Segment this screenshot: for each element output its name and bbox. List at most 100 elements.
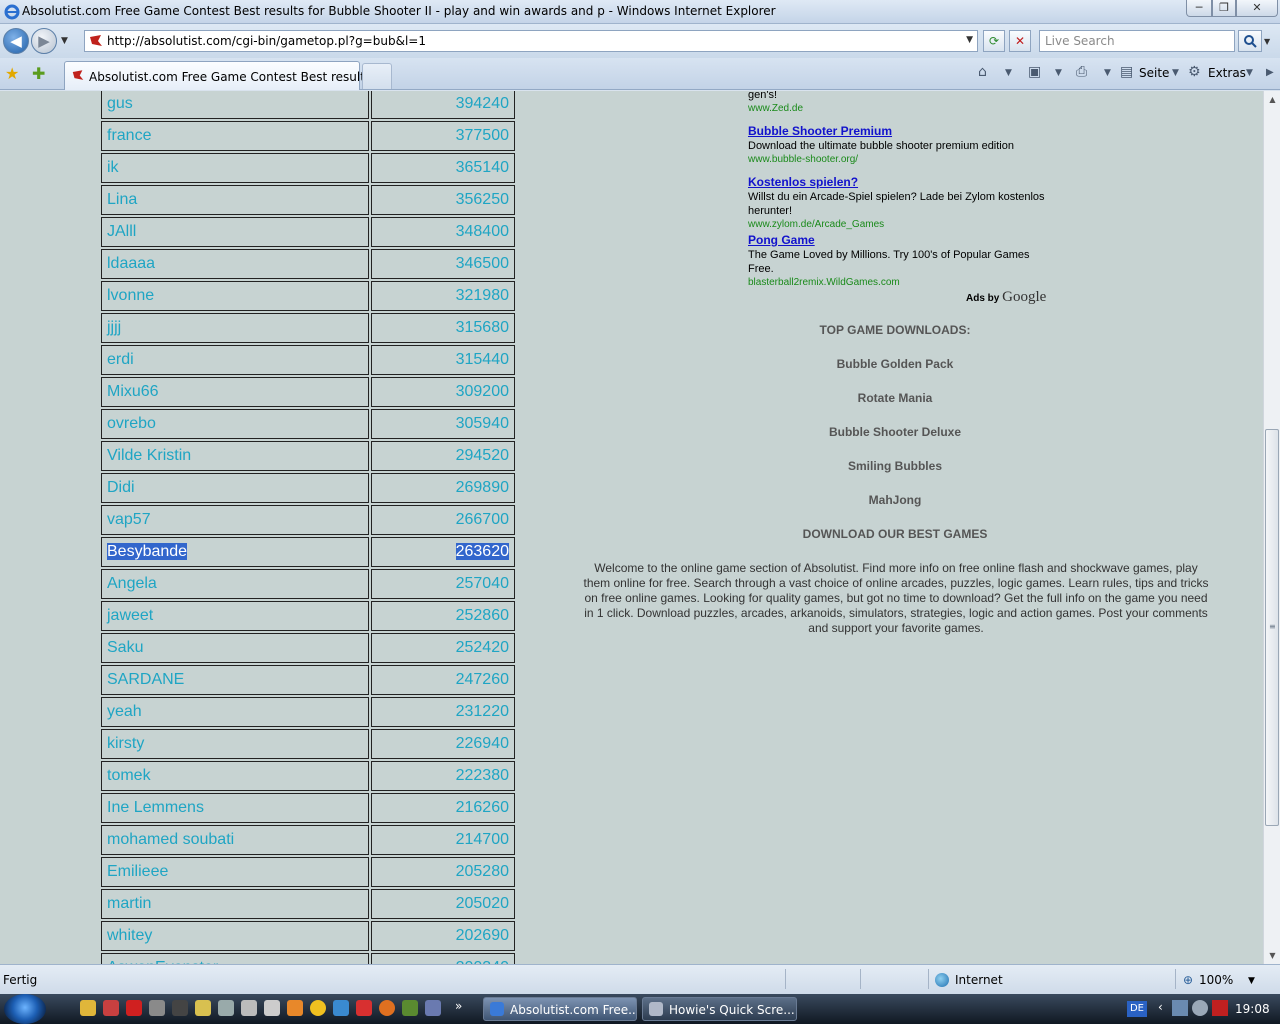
player-name-cell: ik (101, 153, 369, 183)
page-menu[interactable]: Seite (1139, 66, 1169, 80)
score-row: Angela 257040 (101, 569, 515, 599)
page-dropdown-icon[interactable]: ▼ (1172, 68, 1179, 78)
player-name: jaweet (107, 607, 154, 624)
antivirus-icon[interactable] (1212, 1000, 1228, 1016)
refresh-button[interactable]: ⟳ (983, 30, 1005, 52)
chevron-right-icon[interactable]: ▶ (1266, 67, 1274, 78)
player-score-cell: 309200 (371, 377, 515, 407)
search-options-icon[interactable]: ▼ (1264, 37, 1270, 46)
volume-icon[interactable] (1192, 1000, 1208, 1016)
zoom-level[interactable]: 100% (1199, 973, 1233, 987)
taskbar: » Absolutist.com Free... Howie's Quick S… (0, 994, 1280, 1024)
player-score-cell: 205280 (371, 857, 515, 887)
quicklaunch-icon[interactable] (80, 1000, 96, 1016)
chevron-left-icon[interactable]: ‹ (1158, 1000, 1163, 1014)
scroll-up-icon[interactable]: ▲ (1264, 91, 1280, 108)
download-link[interactable]: Bubble Shooter Deluxe (570, 425, 1220, 439)
quicklaunch-icon[interactable] (333, 1000, 349, 1016)
player-score-cell: 216260 (371, 793, 515, 823)
tab-active[interactable]: Absolutist.com Free Game Contest Best re… (64, 61, 376, 90)
status-divider (860, 969, 861, 989)
address-bar[interactable]: http://absolutist.com/cgi-bin/gametop.pl… (84, 30, 978, 52)
quicklaunch-icon[interactable] (172, 1000, 188, 1016)
stop-button[interactable]: ✕ (1009, 30, 1031, 52)
maximize-button[interactable]: ❐ (1212, 0, 1236, 17)
print-dropdown-icon[interactable]: ▼ (1104, 68, 1111, 78)
title-bar: Absolutist.com Free Game Contest Best re… (0, 0, 1280, 24)
ad-title-link[interactable]: Kostenlos spielen? (748, 175, 1048, 189)
download-link[interactable]: Bubble Golden Pack (570, 357, 1220, 371)
back-button[interactable]: ◀ (3, 28, 29, 54)
player-score: 226940 (455, 735, 509, 752)
player-name-cell: Emilieee (101, 857, 369, 887)
quicklaunch-icon[interactable] (149, 1000, 165, 1016)
site-favicon-icon (90, 35, 102, 46)
quicklaunch-icon[interactable] (195, 1000, 211, 1016)
player-score: 315440 (455, 351, 509, 368)
history-dropdown-icon[interactable]: ▼ (61, 36, 68, 46)
vertical-scrollbar[interactable]: ▲ ≡ ▼ (1263, 91, 1280, 964)
score-row: kirsty 226940 (101, 729, 515, 759)
ads-by-google[interactable]: Ads by Google (966, 289, 1046, 306)
extras-dropdown-icon[interactable]: ▼ (1246, 68, 1253, 78)
player-score-cell: 346500 (371, 249, 515, 279)
player-score-cell: 252860 (371, 601, 515, 631)
zoom-dropdown-icon[interactable]: ▼ (1248, 976, 1255, 986)
close-button[interactable]: ✕ (1236, 0, 1278, 17)
ad-url[interactable]: blasterball2remix.WildGames.com (748, 277, 1048, 288)
task-button-screenshot[interactable]: Howie's Quick Scre... (642, 997, 797, 1021)
address-dropdown-icon[interactable]: ▼ (966, 35, 973, 45)
quicklaunch-icon[interactable] (310, 1000, 326, 1016)
new-tab-button[interactable] (362, 63, 392, 89)
clock[interactable]: 19:08 (1235, 1002, 1270, 1016)
security-zone[interactable]: Internet (955, 973, 1003, 987)
quicklaunch-icon[interactable] (425, 1000, 441, 1016)
ad-title-link[interactable]: Pong Game (748, 233, 1048, 247)
player-score: 305940 (455, 415, 509, 432)
url-text[interactable]: http://absolutist.com/cgi-bin/gametop.pl… (107, 34, 426, 48)
player-name-cell: martin (101, 889, 369, 919)
task-button-ie[interactable]: Absolutist.com Free... (483, 997, 637, 1021)
chevron-right-icon[interactable]: » (455, 999, 462, 1013)
scroll-down-icon[interactable]: ▼ (1264, 947, 1280, 964)
score-row: Mixu66 309200 (101, 377, 515, 407)
scroll-thumb[interactable]: ≡ (1265, 429, 1279, 826)
quicklaunch-icon[interactable] (241, 1000, 257, 1016)
download-link[interactable]: Smiling Bubbles (570, 459, 1220, 473)
add-favorite-icon[interactable]: ✚ (32, 64, 45, 83)
quicklaunch-icon[interactable] (218, 1000, 234, 1016)
quicklaunch-icon[interactable] (287, 1000, 303, 1016)
player-name: Angela (107, 575, 157, 592)
home-dropdown-icon[interactable]: ▼ (1005, 68, 1012, 78)
download-best-games-link[interactable]: DOWNLOAD OUR BEST GAMES (570, 527, 1220, 541)
download-link[interactable]: Rotate Mania (570, 391, 1220, 405)
search-button[interactable] (1238, 30, 1262, 52)
ad-url[interactable]: www.zylom.de/Arcade_Games (748, 219, 1048, 230)
feeds-icon[interactable]: ▣ (1028, 64, 1041, 80)
feeds-dropdown-icon[interactable]: ▼ (1055, 68, 1062, 78)
favorites-star-icon[interactable]: ★ (5, 64, 19, 83)
print-icon[interactable]: ⎙ (1076, 64, 1087, 80)
start-button[interactable] (4, 994, 46, 1024)
language-indicator[interactable]: DE (1127, 1001, 1147, 1017)
search-input[interactable]: Live Search (1039, 30, 1235, 52)
quicklaunch-icon[interactable] (379, 1000, 395, 1016)
quicklaunch-icon[interactable] (126, 1000, 142, 1016)
quicklaunch-icon[interactable] (264, 1000, 280, 1016)
extras-menu[interactable]: Extras (1208, 66, 1246, 80)
quicklaunch-icon[interactable] (402, 1000, 418, 1016)
ad-url[interactable]: www.Zed.de (748, 103, 1048, 114)
window-title: Absolutist.com Free Game Contest Best re… (22, 4, 776, 18)
ad-description: Download the ultimate bubble shooter pre… (748, 140, 1014, 152)
player-name: jjjj (107, 319, 122, 336)
quicklaunch-icon[interactable] (103, 1000, 119, 1016)
ad-title-link[interactable]: Bubble Shooter Premium (748, 124, 1048, 138)
minimize-button[interactable]: ─ (1186, 0, 1212, 17)
ad-url[interactable]: www.bubble-shooter.org/ (748, 154, 1048, 165)
score-row: martin 205020 (101, 889, 515, 919)
download-link[interactable]: MahJong (570, 493, 1220, 507)
forward-button[interactable]: ▶ (31, 28, 57, 54)
home-icon[interactable]: ⌂ (978, 64, 987, 80)
quicklaunch-icon[interactable] (356, 1000, 372, 1016)
network-icon[interactable] (1172, 1000, 1188, 1016)
